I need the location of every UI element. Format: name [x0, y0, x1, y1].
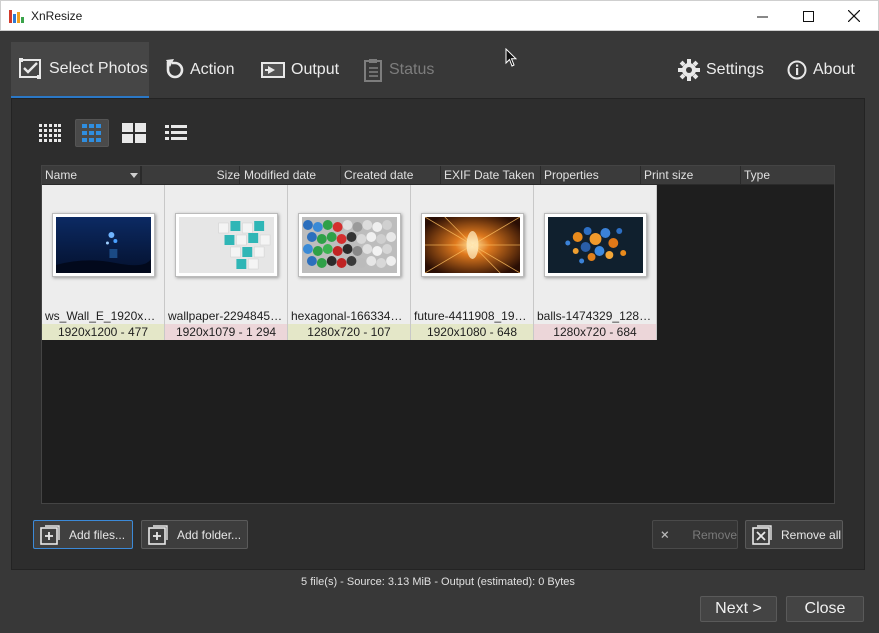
file-thumbnail[interactable]: ws_Wall_E_1920x120... 1920x1200 - 477 [42, 185, 165, 340]
file-name: hexagonal-1663344_1... [291, 309, 410, 323]
large-grid-icon [122, 123, 146, 143]
add-files-button[interactable]: Add files... [33, 520, 133, 549]
file-list-view[interactable]: Name Size Modified date Created date EXI… [41, 165, 835, 504]
select-photos-icon [19, 58, 41, 79]
file-info: 1280x720 - 684 [534, 324, 656, 340]
thumbnail-image-frame [52, 213, 155, 277]
tab-action[interactable]: Action [164, 42, 234, 98]
thumbnail-image-frame [421, 213, 524, 277]
file-info: 1920x1080 - 648 [411, 324, 533, 340]
cubes-thumbnail-image [179, 217, 274, 273]
tab-status[interactable]: Status [363, 42, 434, 98]
tab-label: Action [190, 61, 235, 78]
tab-select-photos[interactable]: Select Photos [11, 42, 149, 98]
file-name: ws_Wall_E_1920x120... [45, 309, 164, 323]
view-large-grid-button[interactable] [117, 119, 151, 147]
tab-output[interactable]: Output [261, 42, 339, 98]
mouse-cursor-icon [505, 48, 517, 67]
select-photos-panel: Name Size Modified date Created date EXI… [11, 98, 865, 570]
add-files-label: Add files... [69, 527, 126, 542]
sort-descending-icon[interactable] [130, 173, 138, 178]
wall-e-thumbnail-image [56, 217, 151, 273]
balls-thumbnail-image [548, 217, 643, 273]
file-info: 1920x1200 - 477 [42, 324, 164, 340]
minimize-button[interactable] [739, 1, 785, 31]
column-type[interactable]: Type [741, 166, 834, 185]
file-info: 1920x1079 - 1 294 [165, 324, 287, 340]
add-folder-button[interactable]: Add folder... [141, 520, 248, 549]
file-info: 1280x720 - 107 [288, 324, 410, 340]
thumbnail-image-frame [175, 213, 278, 277]
tab-label: Select Photos [49, 60, 148, 77]
hexagonal-thumbnail-image [302, 217, 397, 273]
medium-grid-icon [82, 124, 101, 142]
next-button[interactable]: Next > [700, 596, 777, 622]
remove-label: Remove [692, 527, 737, 542]
info-icon [787, 60, 807, 80]
view-medium-grid-button[interactable] [75, 119, 109, 147]
tab-label: Settings [706, 61, 764, 78]
tab-bar: Select Photos Action Output Status Setti… [0, 31, 879, 99]
add-folder-icon [148, 524, 168, 545]
remove-all-label: Remove all [781, 527, 842, 542]
tab-about[interactable]: About [787, 42, 855, 98]
column-size[interactable]: Size [192, 166, 242, 185]
clipboard-icon [364, 59, 382, 82]
column-created-date[interactable]: Created date [341, 166, 441, 185]
window-title: XnResize [31, 9, 83, 23]
tab-settings[interactable]: Settings [678, 42, 764, 98]
file-name: future-4411908_1920... [414, 309, 533, 323]
status-summary: 5 file(s) - Source: 3.13 MiB - Output (e… [301, 576, 575, 588]
file-thumbnail[interactable]: hexagonal-1663344_1... 1280x720 - 107 [288, 185, 411, 340]
action-arrow-icon [166, 59, 184, 79]
close-window-button[interactable] [831, 1, 877, 31]
small-grid-icon [39, 124, 61, 142]
column-print-size[interactable]: Print size [641, 166, 741, 185]
column-exif-date-taken[interactable]: EXIF Date Taken [441, 166, 541, 185]
title-bar: XnResize [0, 0, 879, 31]
add-folder-label: Add folder... [177, 527, 242, 542]
thumbnail-image-frame [298, 213, 401, 277]
remove-all-button[interactable]: Remove all [745, 520, 843, 549]
column-modified-date[interactable]: Modified date [241, 166, 341, 185]
gear-icon [678, 59, 700, 81]
file-thumbnail[interactable]: balls-1474329_1280.p... 1280x720 - 684 [534, 185, 657, 340]
future-thumbnail-image [424, 216, 521, 274]
thumbnail-image-frame [544, 213, 647, 277]
tab-label: About [813, 61, 855, 78]
tab-label: Output [291, 61, 340, 78]
file-name: balls-1474329_1280.p... [537, 309, 656, 323]
close-button[interactable]: Close [786, 596, 864, 622]
view-details-list-button[interactable] [159, 119, 193, 147]
remove-all-icon [752, 524, 772, 545]
file-name: wallpaper-2294845_1... [168, 309, 287, 323]
maximize-button[interactable] [785, 1, 831, 31]
column-name[interactable]: Name [42, 166, 141, 185]
output-icon [261, 62, 285, 78]
column-properties[interactable]: Properties [541, 166, 641, 185]
add-file-icon [40, 524, 60, 545]
file-thumbnail[interactable]: wallpaper-2294845_1... 1920x1079 - 1 294 [165, 185, 288, 340]
column-header-row: Name Size Modified date Created date EXI… [42, 166, 834, 185]
view-small-grid-button[interactable] [33, 119, 67, 147]
remove-button[interactable]: Remove [652, 520, 738, 549]
xnresize-logo-icon [9, 9, 24, 24]
tab-label: Status [389, 61, 435, 78]
remove-x-icon [661, 530, 669, 538]
details-list-icon [165, 125, 187, 140]
file-thumbnail[interactable]: future-4411908_1920... 1920x1080 - 648 [411, 185, 534, 340]
